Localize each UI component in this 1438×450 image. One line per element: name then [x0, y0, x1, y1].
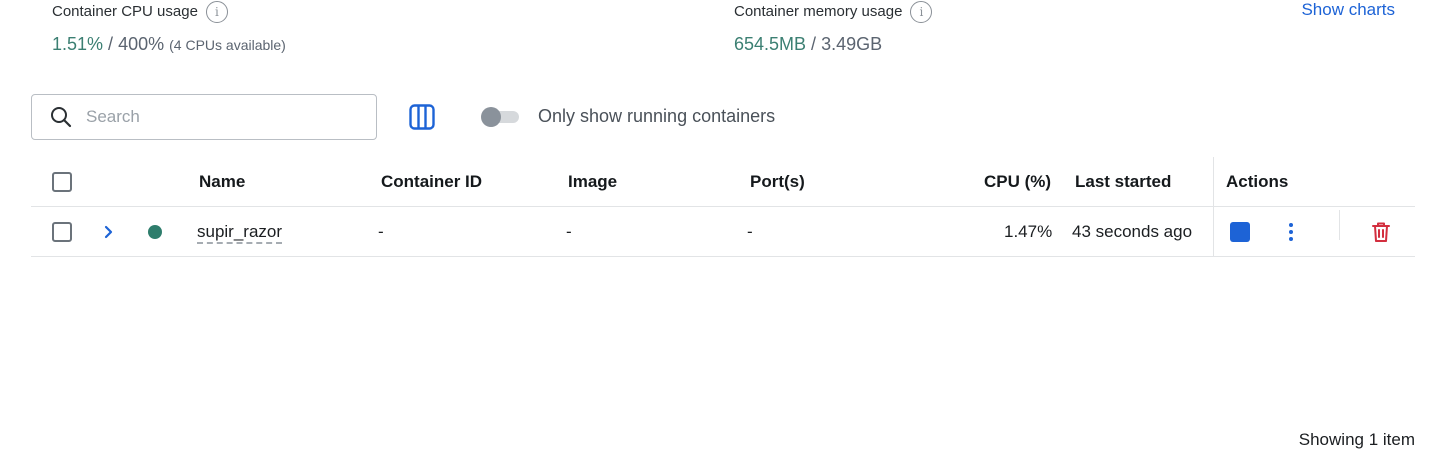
actions-column-divider [1213, 157, 1214, 257]
column-header-ports[interactable]: Port(s) [750, 157, 805, 207]
select-all-cell [52, 157, 72, 207]
column-header-last-started[interactable]: Last started [1075, 157, 1171, 207]
row-select-cell [52, 207, 72, 257]
more-cell [1283, 207, 1299, 257]
table-header: Name Container ID Image Port(s) CPU (%) … [31, 157, 1415, 207]
cpu-cell: 1.47% [1004, 222, 1053, 241]
memory-separator: / [806, 34, 822, 54]
columns-icon[interactable] [408, 103, 436, 131]
stop-cell [1230, 207, 1250, 257]
search-input[interactable] [86, 107, 356, 127]
ports-cell: - [747, 222, 753, 241]
memory-total: 3.49GB [821, 34, 883, 54]
delete-cell [1370, 207, 1392, 257]
actions-divider [1339, 210, 1340, 240]
cpu-note: (4 CPUs available) [169, 37, 286, 53]
image-cell: - [566, 222, 572, 241]
running-only-label: Only show running containers [538, 106, 776, 126]
column-header-actions: Actions [1226, 172, 1289, 191]
toggle-thumb [481, 107, 501, 127]
memory-usage-value: 654.5MB / 3.49GB [734, 34, 882, 55]
cpu-usage-label-text: Container CPU usage [52, 2, 198, 20]
cpu-usage-label: Container CPU usage i [52, 0, 228, 23]
cpu-total: 400% [118, 34, 165, 54]
cpu-usage-value: 1.51% / 400% (4 CPUs available) [52, 34, 286, 55]
cpu-used: 1.51% [52, 34, 104, 54]
select-all-checkbox[interactable] [52, 172, 72, 192]
expand-cell [103, 207, 115, 257]
column-header-container-id[interactable]: Container ID [381, 157, 482, 207]
column-header-name[interactable]: Name [199, 157, 245, 207]
last-started-cell: 43 seconds ago [1072, 222, 1193, 241]
status-cell [148, 207, 162, 257]
memory-usage-label-text: Container memory usage [734, 2, 903, 20]
stop-icon[interactable] [1230, 222, 1250, 242]
container-name-link[interactable]: supir_razor [197, 222, 282, 242]
name-cell: supir_razor [197, 207, 282, 257]
running-only-toggle[interactable] [481, 106, 519, 128]
kebab-menu-icon[interactable] [1283, 221, 1299, 243]
info-icon[interactable]: i [205, 1, 228, 23]
show-charts-link[interactable]: Show charts [1301, 0, 1395, 20]
info-icon[interactable]: i [910, 1, 933, 23]
table-row[interactable]: supir_razor - - - 1.47% 43 seconds ago [31, 207, 1415, 257]
memory-usage-label: Container memory usage i [734, 0, 933, 23]
cpu-separator: / [103, 34, 119, 54]
chevron-right-icon[interactable] [103, 225, 115, 239]
search-box[interactable] [31, 94, 377, 140]
trash-icon[interactable] [1370, 220, 1392, 244]
row-select-checkbox[interactable] [52, 222, 72, 242]
memory-used: 654.5MB [734, 34, 807, 54]
containers-table: Name Container ID Image Port(s) CPU (%) … [31, 157, 1415, 257]
status-dot-icon [148, 225, 162, 239]
column-header-cpu[interactable]: CPU (%) [984, 157, 1051, 207]
items-count: Showing 1 item [1298, 430, 1415, 449]
container-id-cell: - [378, 222, 384, 241]
search-icon [51, 107, 72, 128]
column-header-image[interactable]: Image [568, 157, 617, 207]
